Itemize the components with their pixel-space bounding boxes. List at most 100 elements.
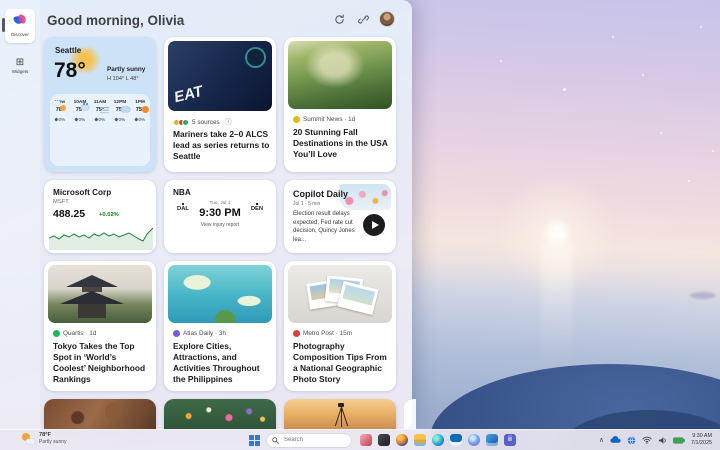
news-card-fall-destinations[interactable]: Summit News · 1d 20 Stunning Fall Destin…	[284, 37, 396, 172]
news-card-philippines[interactable]: Atlas Daily · 3h Explore Cities, Attract…	[164, 261, 276, 391]
sparkle	[712, 150, 714, 152]
hour-label: 11AM	[91, 100, 110, 105]
taskbar-clock[interactable]: 9:30 AM 7/1/2025	[691, 433, 712, 447]
attribution-text: Metro Post · 15m	[303, 330, 352, 337]
hour-precip: 0%	[51, 117, 70, 122]
copilot-daily-card[interactable]: Copilot Daily Jul 1 · 5 min Election res…	[284, 180, 396, 253]
app-photos[interactable]	[360, 434, 372, 446]
panel-actions	[332, 12, 394, 26]
tray-chevron-up-icon[interactable]: ∧	[599, 436, 604, 444]
sparkle	[563, 88, 566, 91]
attribution-text: Summit News · 1d	[303, 116, 355, 123]
app-firefox[interactable]	[396, 434, 408, 446]
sources-row: 5 sources ⓘ	[173, 117, 232, 127]
battery-icon[interactable]	[673, 437, 685, 444]
avatar[interactable]	[380, 12, 394, 26]
sparkle	[688, 180, 690, 182]
droplet-icon	[54, 118, 58, 122]
weather-city: Seattle	[55, 46, 81, 55]
article-headline: 20 Stunning Fall Destinations in the USA…	[293, 127, 391, 160]
article-image-valley	[288, 41, 392, 109]
article-headline: Photography Composition Tips From a Nati…	[293, 341, 391, 385]
clock-time: 9:30 AM	[692, 433, 712, 440]
droplet-icon	[114, 118, 118, 122]
app-notepad[interactable]	[378, 434, 390, 446]
hour-column: Now 78° 0%	[51, 100, 70, 166]
attribution-text: Quartis · 1d	[63, 330, 96, 337]
play-icon	[372, 221, 379, 229]
article-headline: Explore Cities, Attractions, and Activit…	[173, 341, 271, 385]
sun-reflection	[541, 242, 573, 372]
stock-card-msft[interactable]: Microsoft Corp MSFT 488.25 +0.02%	[44, 180, 156, 253]
article-image-photos	[288, 265, 392, 323]
injury-report-link[interactable]: View injury report	[164, 222, 276, 228]
copilot-daily-meta: Jul 1 · 5 min	[293, 201, 320, 207]
play-button[interactable]	[363, 214, 385, 236]
hour-precip: 0%	[71, 117, 90, 122]
clock-date: 7/1/2025	[691, 440, 712, 447]
news-card-partial-2[interactable]	[164, 399, 276, 430]
hour-label: 12PM	[111, 100, 130, 105]
news-card-photography[interactable]: Metro Post · 15m Photography Composition…	[284, 261, 396, 391]
widgets-sidebar: Discover ⊞ Widgets	[0, 0, 40, 430]
refresh-icon	[334, 14, 345, 25]
app-copilot[interactable]	[468, 434, 480, 446]
weather-temp: 78°	[54, 59, 86, 83]
stock-sparkline	[49, 224, 153, 250]
droplet-icon	[94, 118, 98, 122]
taskbar-weather-temp: 78°F	[39, 432, 67, 439]
source-pills	[173, 119, 189, 126]
system-tray: ∧ 9:30 AM 7/1/2025	[599, 430, 712, 450]
hour-precip: 0%	[111, 117, 130, 122]
news-card-tokyo[interactable]: Quartis · 1d Tokyo Takes the Top Spot in…	[44, 261, 156, 391]
taskbar-weather-condition: Partly sunny	[39, 439, 67, 445]
volume-icon[interactable]	[658, 436, 667, 445]
selected-indicator	[2, 18, 5, 32]
info-icon[interactable]: ⓘ	[225, 117, 232, 127]
discover-icon	[14, 14, 26, 26]
sidebar-item-discover[interactable]: Discover	[5, 9, 35, 43]
source-dot	[182, 119, 189, 126]
hour-column: 1PM 75° 0%	[131, 100, 150, 166]
news-card-partial-1[interactable]	[44, 399, 156, 430]
home-team: DEN	[246, 204, 268, 212]
sparkle	[642, 74, 644, 76]
hourly-forecast: Now 78° 0% 10AM 75° 0% 11AM 75° 0%	[50, 94, 150, 166]
team-abbr: DEN	[246, 206, 268, 212]
tripod-illustration	[334, 403, 348, 427]
app-edge[interactable]	[432, 434, 444, 446]
hour-column: 11AM 75° 0%	[91, 100, 110, 166]
widgets-panel: Discover ⊞ Widgets Good morning, Olivia …	[0, 0, 412, 430]
news-card-partial-3[interactable]	[284, 399, 396, 430]
refresh-button[interactable]	[332, 12, 346, 26]
stock-price: 488.25	[53, 208, 85, 220]
sources-label: 5 sources	[192, 119, 220, 126]
news-card-mariners[interactable]: EAT 5 sources ⓘ Mariners take 2–0 ALCS l…	[164, 37, 276, 172]
taskbar-apps: ii	[360, 434, 516, 446]
stock-symbol: MSFT	[53, 199, 69, 205]
app-outlook[interactable]	[486, 434, 498, 446]
globe-icon[interactable]	[627, 436, 636, 445]
app-file-explorer[interactable]	[414, 434, 426, 446]
copilot-daily-summary: Election result delays expected, Fed rat…	[293, 210, 359, 245]
wifi-icon[interactable]	[642, 436, 652, 444]
link-button[interactable]	[356, 12, 370, 26]
stock-company: Microsoft Corp	[53, 188, 111, 197]
hour-column: 10AM 75° 0%	[71, 100, 90, 166]
search-input[interactable]	[282, 436, 338, 444]
onedrive-icon[interactable]	[610, 436, 621, 444]
league-label: NBA	[173, 188, 191, 197]
copilot-daily-title: Copilot Daily	[293, 189, 348, 199]
taskbar-search[interactable]	[267, 434, 351, 447]
weather-card[interactable]: Seattle 78° Partly sunny H 104° L 48° No…	[44, 37, 156, 172]
start-button[interactable]	[246, 432, 262, 448]
app-store[interactable]	[450, 434, 462, 446]
taskbar-weather-widget[interactable]: 78°F Partly sunny	[22, 432, 67, 445]
pagoda-illustration	[66, 275, 118, 287]
sparkle	[612, 36, 614, 38]
sparkle	[660, 132, 662, 134]
app-teams[interactable]: ii	[504, 434, 516, 446]
sidebar-item-widgets[interactable]: ⊞ Widgets	[5, 56, 35, 74]
metro-post-icon	[293, 330, 300, 337]
nba-game-card[interactable]: NBA DAL Tue, Jul 1 9:30 PM View injury r…	[164, 180, 276, 253]
